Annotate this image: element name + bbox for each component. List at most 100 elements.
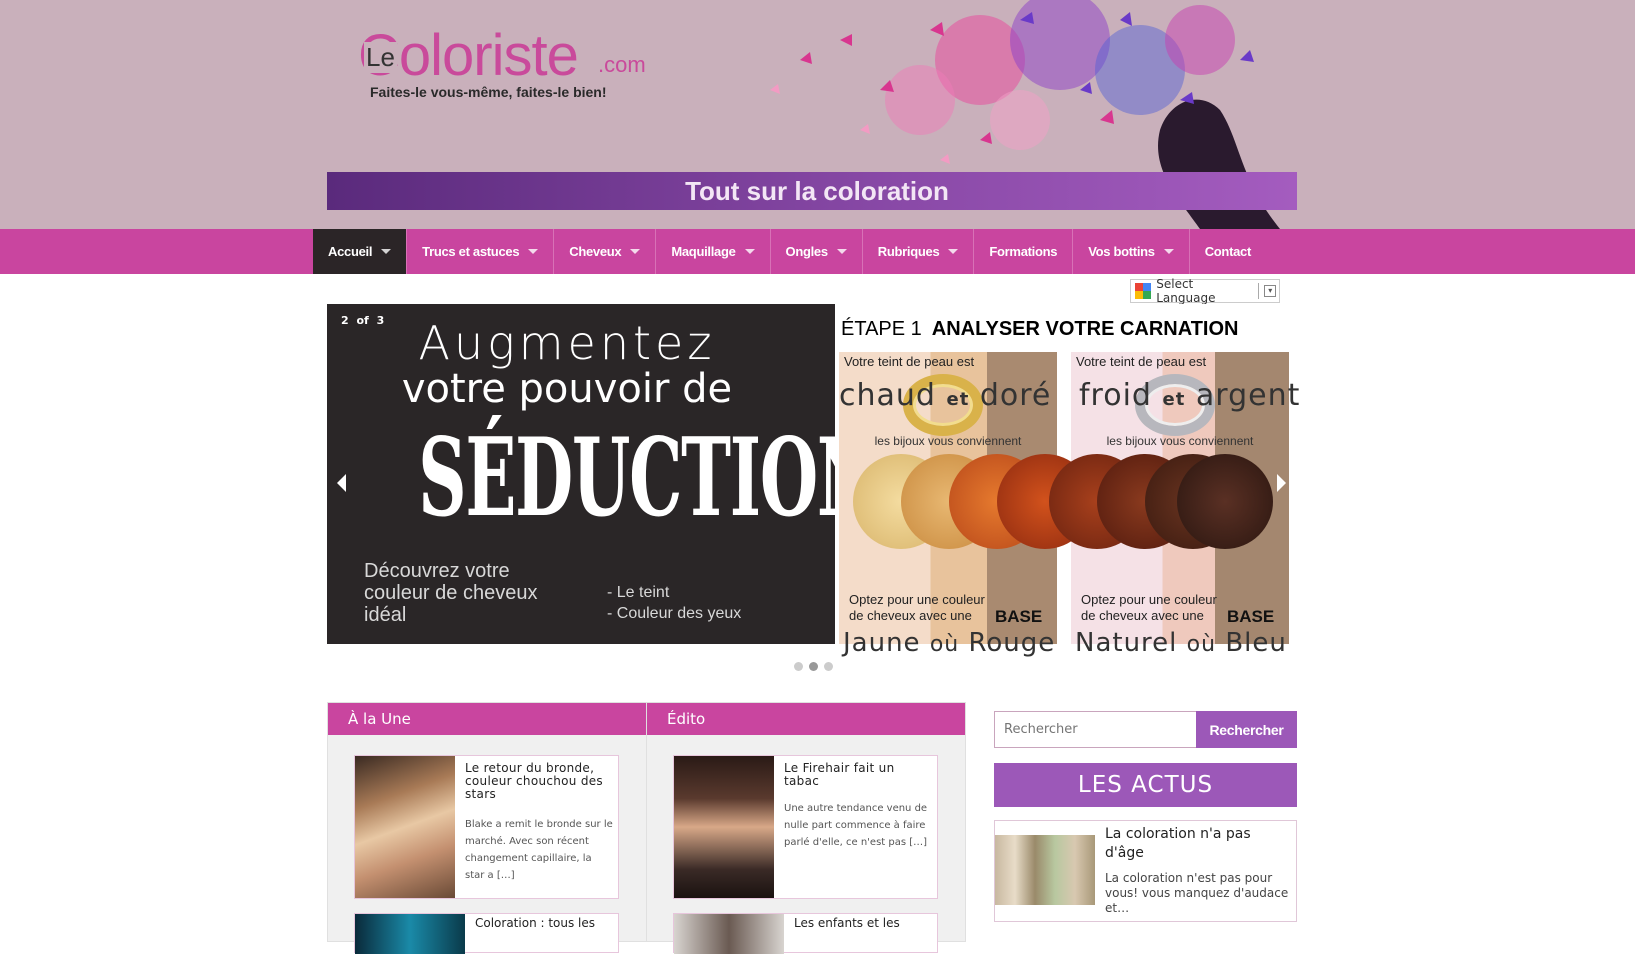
language-select-label: Select Language bbox=[1156, 277, 1216, 305]
nav-label: Rubriques bbox=[877, 244, 940, 259]
caret-down-icon bbox=[948, 249, 959, 254]
word-et: et bbox=[1162, 389, 1186, 410]
logo-com: .com bbox=[598, 52, 646, 77]
nav-item-accueil[interactable]: Accueil bbox=[313, 229, 408, 274]
actu-card[interactable]: La coloration n'a pas d'âge La coloratio… bbox=[994, 820, 1297, 922]
featured-slider: 2 of 3 Augmentez votre pouvoir de SÉDUCT… bbox=[327, 304, 1299, 658]
nav-item-contact[interactable]: Contact bbox=[1190, 229, 1266, 274]
search-button[interactable]: Rechercher bbox=[1196, 711, 1297, 748]
nav-label: Maquillage bbox=[671, 244, 736, 259]
swatch-dark-brown bbox=[1177, 454, 1273, 549]
word-ou: où bbox=[929, 632, 960, 657]
panel-bijoux-text: les bijoux vous conviennent bbox=[874, 434, 1022, 448]
banner-title: Tout sur la coloration bbox=[685, 176, 949, 206]
site-tagline: Faites-le vous-même, faites-le bien! bbox=[370, 84, 607, 100]
article-title[interactable]: Le Firehair fait un tabac bbox=[784, 762, 932, 788]
section-a-la-une: À la Une Le retour du bronde, couleur ch… bbox=[327, 702, 647, 954]
color-bleu: Bleu bbox=[1225, 628, 1287, 658]
article-thumbnail[interactable] bbox=[674, 914, 784, 954]
article-excerpt: Une autre tendance venu de nulle part co… bbox=[784, 803, 928, 848]
nav-label: Vos bottins bbox=[1088, 244, 1155, 259]
nav-label: Formations bbox=[989, 244, 1058, 259]
section-header: À la Une bbox=[328, 703, 646, 735]
google-translate-icon bbox=[1135, 283, 1151, 299]
caret-down-icon bbox=[1163, 249, 1174, 254]
panel-colors: Naturel où Bleu bbox=[1075, 628, 1289, 658]
slide-discover-text: Découvrez votre couleur de cheveux idéal bbox=[364, 560, 538, 626]
dropdown-arrow-icon[interactable]: ▾ bbox=[1264, 285, 1276, 297]
panel-opt-text: Optez pour une couleur de cheveux avec u… bbox=[849, 592, 985, 623]
slide-heading-2: votre pouvoir de bbox=[401, 366, 733, 412]
slide-promo[interactable]: 2 of 3 Augmentez votre pouvoir de SÉDUCT… bbox=[327, 304, 878, 644]
word-dore: doré bbox=[979, 378, 1052, 413]
word-ou: où bbox=[1186, 632, 1217, 657]
color-jaune: Jaune bbox=[843, 628, 921, 658]
panel-teint-text: Votre teint de peau est bbox=[1076, 354, 1207, 369]
color-naturel: Naturel bbox=[1075, 628, 1178, 658]
article-card[interactable]: Les enfants et les bbox=[673, 913, 938, 954]
language-select[interactable]: Select Language ▾ bbox=[1130, 277, 1280, 305]
divider bbox=[1257, 283, 1259, 299]
nav-label: Accueil bbox=[328, 244, 373, 259]
slider-dot-3[interactable] bbox=[824, 662, 833, 671]
search-input[interactable] bbox=[994, 711, 1197, 748]
nav-item-rubriques[interactable]: Rubriques bbox=[863, 229, 975, 274]
actu-thumbnail[interactable] bbox=[995, 835, 1095, 905]
article-thumbnail[interactable] bbox=[355, 914, 465, 954]
word-argent: argent bbox=[1195, 378, 1301, 413]
nav-item-ongles[interactable]: Ongles bbox=[771, 229, 863, 274]
nav-label: Contact bbox=[1204, 244, 1252, 259]
hair-color-swatches bbox=[853, 454, 1273, 549]
bullet-yeux: - Couleur des yeux bbox=[607, 605, 742, 622]
etape-heading: ÉTAPE 1 ANALYSER VOTRE CARNATION bbox=[841, 318, 1238, 341]
panel-teint-text: Votre teint de peau est bbox=[844, 354, 975, 369]
article-card[interactable]: Le retour du bronde, couleur chouchou de… bbox=[354, 755, 619, 899]
site-header: Coloriste Le .com Faites-le vous-même, f… bbox=[0, 0, 1635, 229]
panel-base-label: BASE bbox=[1227, 607, 1275, 626]
caret-down-icon bbox=[381, 249, 392, 254]
panel-opt-text: Optez pour une couleur de cheveux avec u… bbox=[1081, 592, 1217, 623]
actu-title[interactable]: La coloration n'a pas d'âge bbox=[1105, 825, 1290, 863]
panel-colors: Jaune où Rouge bbox=[843, 628, 1057, 658]
etape-title: ANALYSER VOTRE CARNATION bbox=[931, 318, 1239, 340]
word-chaud: chaud bbox=[839, 378, 936, 413]
nav-label: Ongles bbox=[785, 244, 829, 259]
section-header: Édito bbox=[647, 703, 965, 735]
section-edito: Édito Le Firehair fait un tabac Une autr… bbox=[646, 702, 966, 954]
panel-bijoux-text: les bijoux vous conviennent bbox=[1106, 434, 1254, 448]
nav-item-vos-bottins[interactable]: Vos bottins bbox=[1073, 229, 1190, 274]
slide-carnation: ÉTAPE 1 ANALYSER VOTRE CARNATION Votre te… bbox=[839, 304, 1299, 658]
nav-label: Cheveux bbox=[569, 244, 622, 259]
nav-item-cheveux[interactable]: Cheveux bbox=[554, 229, 657, 274]
article-title[interactable]: Le retour du bronde, couleur chouchou de… bbox=[465, 762, 613, 801]
color-rouge: Rouge bbox=[968, 628, 1056, 658]
article-excerpt: Blake a remit le bronde sur le marché. A… bbox=[465, 819, 613, 881]
article-card[interactable]: Le Firehair fait un tabac Une autre tend… bbox=[673, 755, 938, 899]
caret-down-icon bbox=[836, 249, 847, 254]
slider-dot-2[interactable] bbox=[809, 662, 818, 671]
actu-excerpt: La coloration n'est pas pour vous! vous … bbox=[1105, 871, 1289, 915]
banner-strip: Tout sur la coloration bbox=[327, 172, 1297, 210]
caret-down-icon bbox=[528, 249, 539, 254]
nav-label: Trucs et astuces bbox=[422, 244, 520, 259]
panel-words: chaud et doré bbox=[839, 378, 1057, 413]
nav-item-trucs-et-astuces[interactable]: Trucs et astuces bbox=[407, 229, 555, 274]
panel-words: froid et argent bbox=[1079, 378, 1301, 413]
slider-pagination bbox=[794, 662, 833, 671]
article-thumbnail[interactable] bbox=[355, 756, 455, 898]
nav-item-formations[interactable]: Formations bbox=[974, 229, 1074, 274]
article-thumbnail[interactable] bbox=[674, 756, 774, 898]
slide-heading-3: SÉDUCTION bbox=[418, 415, 878, 541]
main-navigation: Accueil Trucs et astuces Cheveux Maquill… bbox=[0, 229, 1635, 274]
panel-base-label: BASE bbox=[995, 607, 1043, 626]
bullet-teint: - Le teint bbox=[607, 584, 670, 601]
slider-next-arrow-icon[interactable] bbox=[1277, 474, 1286, 492]
slider-dot-1[interactable] bbox=[794, 662, 803, 671]
slider-prev-arrow-icon[interactable] bbox=[337, 474, 346, 492]
article-card[interactable]: Coloration : tous les bbox=[354, 913, 619, 954]
slide-bullets: - Le teint - Couleur des yeux bbox=[607, 582, 741, 624]
nav-item-maquillage[interactable]: Maquillage bbox=[656, 229, 771, 274]
caret-down-icon bbox=[744, 249, 755, 254]
search-form: Rechercher bbox=[994, 711, 1297, 748]
slide-heading-1: Augmentez bbox=[418, 316, 716, 370]
